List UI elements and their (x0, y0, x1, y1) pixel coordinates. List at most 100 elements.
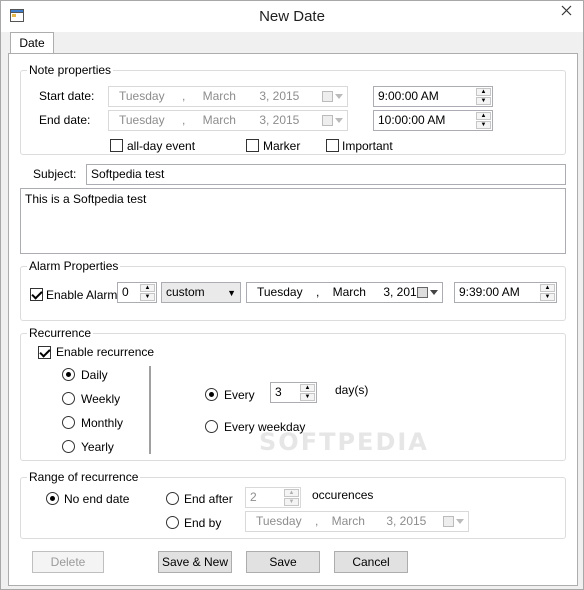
start-date-picker[interactable]: Tuesday , March 3, 2015 (108, 86, 348, 107)
alarm-unit-select[interactable]: custom ▼ (161, 282, 241, 303)
close-button[interactable] (553, 2, 579, 22)
end-after-spinner[interactable]: 2 ▲ ▼ (245, 487, 301, 508)
tab-date[interactable]: Date (10, 32, 54, 54)
end-by-label: End by (184, 516, 222, 530)
end-date-label: End date: (39, 113, 91, 127)
start-date-sep: , (181, 89, 186, 103)
alarm-date-sep: , (315, 285, 320, 299)
chevron-down-icon: ▼ (227, 288, 236, 298)
down-arrow-icon[interactable]: ▼ (140, 293, 155, 301)
recurrence-title: Recurrence (27, 326, 94, 340)
save-and-new-button[interactable]: Save & New (158, 551, 232, 573)
no-end-date-label: No end date (64, 492, 130, 506)
alarm-time-arrows[interactable]: ▲ ▼ (540, 284, 555, 301)
end-date-sep: , (181, 113, 186, 127)
radio-monthly[interactable] (62, 416, 75, 429)
important-checkbox[interactable] (326, 139, 339, 152)
calendar-dropdown-icon[interactable] (443, 515, 465, 528)
important-label: Important (342, 139, 393, 153)
occurrences-label: occurences (312, 488, 374, 502)
every-days-value: 3 (275, 385, 282, 399)
alarm-unit-value: custom (166, 285, 205, 299)
recurrence-separator (149, 366, 151, 454)
start-date-value: 3, 2015 (259, 89, 300, 103)
all-day-checkbox[interactable] (110, 139, 123, 152)
radio-end-by[interactable] (166, 516, 179, 529)
enable-alarm-checkbox[interactable] (30, 288, 43, 301)
up-arrow-icon[interactable]: ▲ (540, 284, 555, 292)
down-arrow-icon[interactable]: ▼ (476, 121, 491, 129)
alarm-time-value: 9:39:00 AM (459, 285, 520, 299)
note-properties-title: Note properties (27, 63, 114, 77)
yearly-label: Yearly (81, 440, 114, 454)
radio-weekly[interactable] (62, 392, 75, 405)
up-arrow-icon[interactable]: ▲ (284, 489, 299, 497)
end-by-date-sep: , (314, 514, 319, 528)
end-date-month: March (202, 113, 236, 127)
alarm-amount-arrows[interactable]: ▲ ▼ (140, 284, 155, 301)
up-arrow-icon[interactable]: ▲ (300, 384, 315, 392)
end-time-arrows[interactable]: ▲ ▼ (476, 112, 491, 129)
subject-label: Subject: (33, 167, 77, 181)
alarm-properties-title: Alarm Properties (27, 259, 121, 273)
daily-label: Daily (81, 368, 108, 382)
end-by-date-picker[interactable]: Tuesday , March 3, 2015 (245, 511, 469, 532)
delete-button[interactable]: Delete (32, 551, 104, 573)
down-arrow-icon[interactable]: ▼ (284, 498, 299, 506)
radio-every[interactable] (205, 388, 218, 401)
up-arrow-icon[interactable]: ▲ (140, 284, 155, 292)
up-arrow-icon[interactable]: ▲ (476, 112, 491, 120)
title-bar[interactable]: New Date (1, 1, 583, 32)
alarm-date-month: March (332, 285, 366, 299)
calendar-dropdown-icon[interactable] (417, 286, 439, 299)
days-label: day(s) (335, 383, 369, 397)
start-time-arrows[interactable]: ▲ ▼ (476, 88, 491, 105)
end-time-value: 10:00:00 AM (378, 113, 446, 127)
every-days-spinner[interactable]: 3 ▲ ▼ (270, 382, 317, 403)
end-by-date-day: Tuesday (256, 514, 302, 528)
up-arrow-icon[interactable]: ▲ (476, 88, 491, 96)
radio-every-weekday[interactable] (205, 420, 218, 433)
monthly-label: Monthly (81, 416, 124, 430)
end-date-value: 3, 2015 (259, 113, 300, 127)
range-of-recurrence-title: Range of recurrence (27, 470, 141, 484)
radio-yearly[interactable] (62, 440, 75, 453)
radio-no-end-date[interactable] (46, 492, 59, 505)
every-label: Every (224, 388, 255, 402)
down-arrow-icon[interactable]: ▼ (300, 393, 315, 401)
new-date-window: New Date Date Note properties Start date… (0, 0, 584, 590)
date-tab-page: Note properties Start date: Tuesday , Ma… (8, 53, 578, 586)
save-button[interactable]: Save (246, 551, 320, 573)
softpedia-watermark: SOFTPEDIA (259, 428, 429, 456)
calendar-dropdown-icon[interactable] (322, 90, 344, 103)
calendar-dropdown-icon[interactable] (322, 114, 344, 127)
end-after-arrows[interactable]: ▲ ▼ (284, 489, 299, 506)
start-time-value: 9:00:00 AM (378, 89, 439, 103)
radio-daily[interactable] (62, 368, 75, 381)
marker-label: Marker (263, 139, 301, 153)
enable-recurrence-checkbox[interactable] (38, 346, 51, 359)
down-arrow-icon[interactable]: ▼ (476, 97, 491, 105)
radio-end-after[interactable] (166, 492, 179, 505)
note-body-textarea[interactable]: This is a Softpedia test (20, 188, 566, 254)
marker-checkbox[interactable] (246, 139, 259, 152)
end-by-date-month: March (331, 514, 365, 528)
enable-recurrence-label: Enable recurrence (56, 345, 155, 359)
alarm-amount-value: 0 (122, 285, 129, 299)
alarm-amount-spinner[interactable]: 0 ▲ ▼ (117, 282, 157, 303)
alarm-time-spinner[interactable]: 9:39:00 AM ▲ ▼ (454, 282, 557, 303)
start-date-day: Tuesday (119, 89, 165, 103)
alarm-date-day: Tuesday (257, 285, 303, 299)
window-title: New Date (259, 8, 325, 25)
start-date-month: March (202, 89, 236, 103)
cancel-button[interactable]: Cancel (334, 551, 408, 573)
close-icon (561, 5, 572, 19)
alarm-date-picker[interactable]: Tuesday , March 3, 2015 (246, 282, 443, 303)
end-date-picker[interactable]: Tuesday , March 3, 2015 (108, 110, 348, 131)
start-time-spinner[interactable]: 9:00:00 AM ▲ ▼ (373, 86, 493, 107)
subject-input[interactable]: Softpedia test (86, 164, 566, 185)
down-arrow-icon[interactable]: ▼ (540, 293, 555, 301)
every-days-arrows[interactable]: ▲ ▼ (300, 384, 315, 401)
end-time-spinner[interactable]: 10:00:00 AM ▲ ▼ (373, 110, 493, 131)
end-after-label: End after (184, 492, 233, 506)
